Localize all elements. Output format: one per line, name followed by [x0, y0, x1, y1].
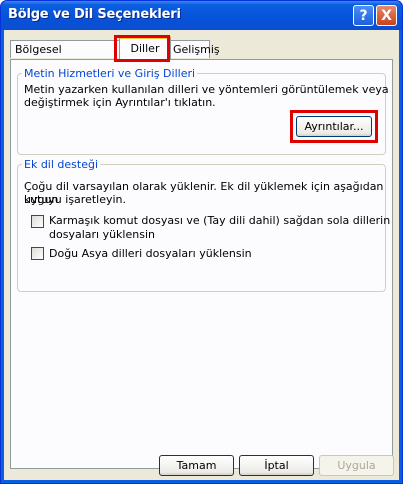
- tab-panel-languages: Metin Hizmetleri ve Giriş Dilleri Metin …: [10, 59, 393, 469]
- dialog-window: Bölge ve Dil Seçenekleri ? X Bölgesel Se…: [0, 0, 403, 484]
- text-services-group-label: Metin Hizmetleri ve Giriş Dilleri: [22, 67, 198, 80]
- cancel-button[interactable]: İptal: [239, 455, 314, 476]
- help-button[interactable]: ?: [353, 5, 374, 26]
- complex-script-checkbox[interactable]: [31, 215, 44, 228]
- close-icon: X: [381, 8, 392, 24]
- east-asian-checkbox[interactable]: [31, 247, 44, 260]
- text-services-description-line1: Metin yazarken kullanılan dilleri ve yön…: [24, 83, 389, 96]
- close-button[interactable]: X: [376, 5, 397, 26]
- tab-highlight-box: [114, 35, 170, 62]
- complex-script-label-line1[interactable]: Karmaşık komut dosyası ve (Tay dili dahi…: [49, 214, 390, 227]
- details-button-highlight-box: [290, 110, 378, 143]
- complex-script-label-line2[interactable]: dosyaları yüklensin: [49, 228, 155, 241]
- window-title: Bölge ve Dil Seçenekleri: [8, 7, 181, 22]
- dialog-client: Bölgesel Seçenekler Diller Gelişmiş Meti…: [4, 30, 399, 480]
- supplemental-group-label: Ek dil desteği: [22, 158, 101, 171]
- help-icon: ?: [359, 8, 368, 24]
- apply-button[interactable]: Uygula: [319, 455, 394, 476]
- title-bar[interactable]: Bölge ve Dil Seçenekleri ? X: [1, 1, 402, 30]
- tab-advanced[interactable]: Gelişmiş: [168, 40, 220, 58]
- ok-button[interactable]: Tamam: [159, 455, 234, 476]
- text-services-description-line2: değiştirmek için Ayrıntılar'ı tıklatın.: [24, 96, 216, 109]
- east-asian-label[interactable]: Doğu Asya dilleri dosyaları yüklensin: [49, 247, 252, 260]
- supplemental-description-line2: kutuyu işaretleyin.: [24, 193, 127, 206]
- tab-regional-options[interactable]: Bölgesel Seçenekler: [10, 40, 122, 74]
